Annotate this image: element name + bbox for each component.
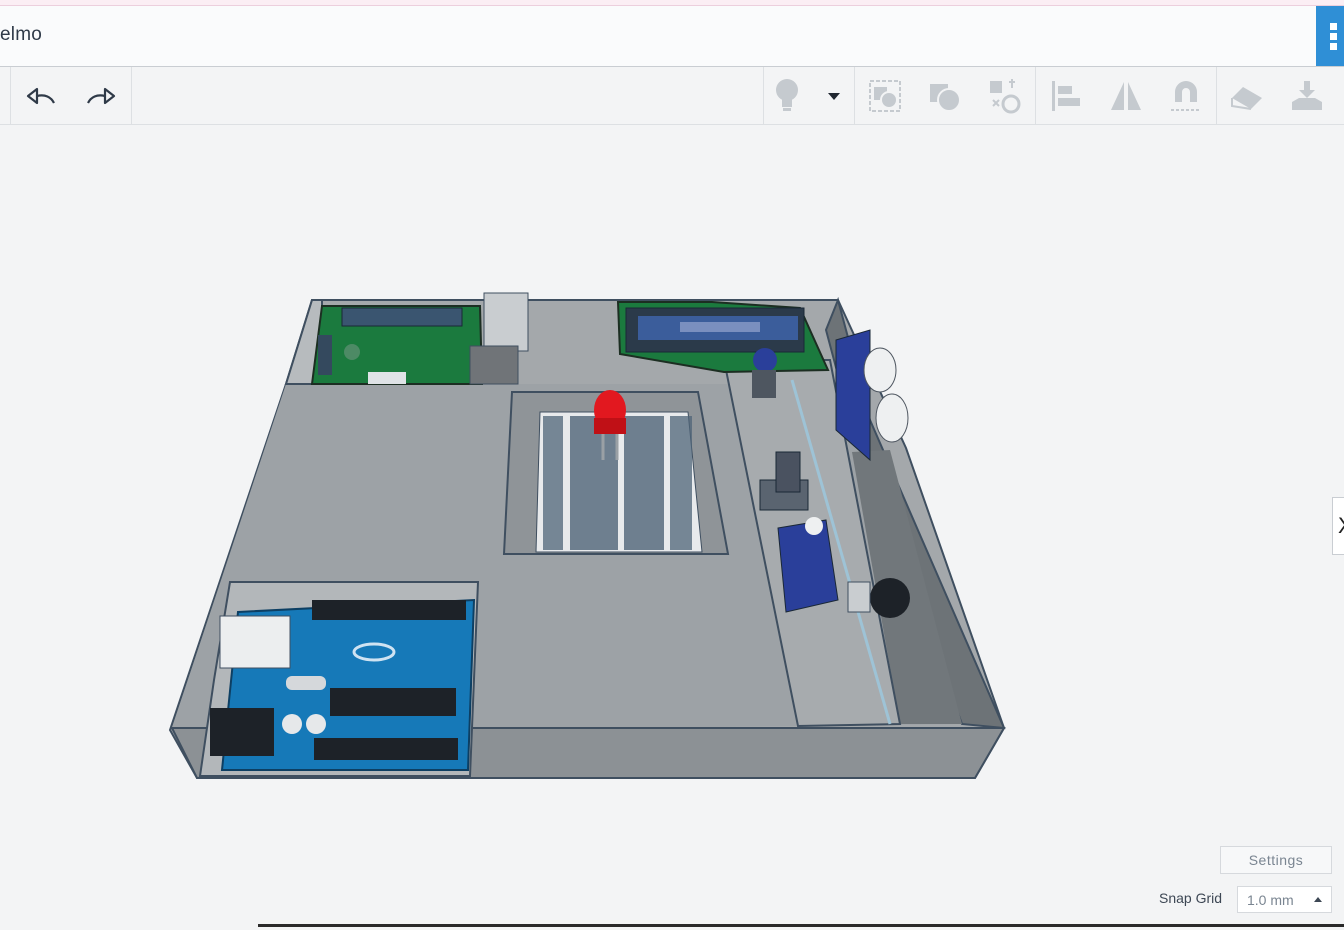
undo-button[interactable] (21, 77, 61, 115)
group-icon (869, 80, 901, 112)
redo-button[interactable] (81, 77, 121, 115)
gpio-header (341, 307, 463, 327)
group-button[interactable] (865, 77, 905, 115)
buzzer-module (847, 581, 871, 613)
blue-led[interactable] (753, 348, 777, 372)
redo-arrow-icon (87, 87, 116, 105)
show-all-button[interactable] (767, 77, 807, 115)
ultrasonic-transducer-1 (863, 347, 897, 393)
buzzer[interactable] (870, 578, 910, 618)
mirror-icon (1111, 82, 1141, 110)
workplane-button[interactable] (985, 77, 1025, 115)
dropdown-caret-icon (828, 93, 840, 100)
align-button[interactable] (1046, 77, 1086, 115)
workplane-canvas[interactable] (0, 125, 1344, 925)
servo-horn (805, 517, 823, 535)
bulb-icon (776, 79, 798, 111)
ethernet-port (469, 345, 519, 385)
group-tools (854, 67, 1035, 124)
side-panel-toggle-label: X (1338, 513, 1344, 539)
capacitor-1 (282, 714, 302, 734)
ungroup-button[interactable] (925, 77, 965, 115)
import-button[interactable] (1287, 77, 1327, 115)
pi-chip (344, 344, 360, 360)
side-panel-toggle[interactable]: X (1332, 497, 1344, 555)
mirror-button[interactable] (1106, 77, 1146, 115)
caret-up-icon (1314, 897, 1322, 902)
dc-power-jack (210, 708, 274, 756)
analog-header (314, 738, 458, 760)
workplane-icon (990, 79, 1021, 114)
3d-model-view[interactable] (0, 125, 1344, 925)
grid-view-button[interactable] (1316, 6, 1344, 66)
digital-header (312, 600, 466, 620)
pi-port (368, 372, 406, 384)
blue-led-base (752, 370, 776, 398)
bulb-dropdown-button[interactable] (816, 77, 852, 115)
breadboard-rail-right (670, 416, 692, 550)
align-icon (1052, 81, 1080, 111)
snap-grid-value: 1.0 mm (1247, 892, 1294, 908)
lcd-text (680, 322, 760, 332)
cruise-icon (1171, 81, 1201, 111)
grid-icon (1330, 23, 1337, 30)
export-tools (1216, 67, 1344, 124)
design-title[interactable]: elmo (0, 24, 42, 46)
ruler-icon (1231, 87, 1262, 110)
breadboard-terminal-left (570, 416, 618, 550)
snap-grid-select[interactable]: 1.0 mm (1237, 886, 1332, 913)
crystal (286, 676, 326, 690)
potentiometer-knob[interactable] (775, 451, 801, 493)
toolbar (0, 67, 1344, 125)
usb-ports (483, 292, 529, 352)
ungroup-icon (930, 84, 961, 112)
breadboard-rail-left (543, 416, 563, 550)
cruise-button[interactable] (1166, 77, 1206, 115)
ultrasonic-transducer-2 (875, 393, 909, 443)
atmega-chip (330, 688, 456, 716)
capacitor-2 (306, 714, 326, 734)
title-bar: elmo (0, 6, 1344, 67)
pi-connector (318, 335, 332, 375)
usb-b-port (219, 615, 291, 669)
breadboard-terminal-right (624, 416, 664, 550)
ruler-button[interactable] (1227, 77, 1267, 115)
grid-icon-cell (1330, 33, 1337, 40)
undo-arrow-icon (26, 87, 55, 105)
history-group (10, 67, 132, 124)
settings-button[interactable]: Settings (1220, 846, 1332, 874)
bulb-group (763, 67, 854, 124)
align-tools (1035, 67, 1216, 124)
snap-grid-label: Snap Grid (1159, 890, 1223, 906)
grid-icon-cell (1330, 43, 1337, 50)
import-icon (1292, 81, 1322, 110)
red-led-rim (594, 418, 626, 434)
